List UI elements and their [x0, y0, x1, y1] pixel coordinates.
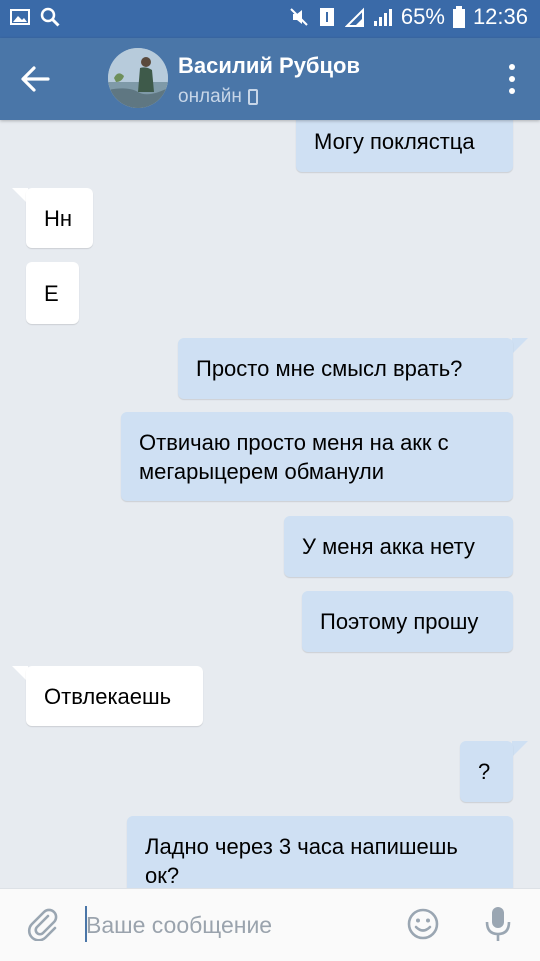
- presence-status: онлайн: [178, 86, 258, 108]
- more-menu-icon[interactable]: [508, 64, 516, 94]
- mobile-icon: [247, 89, 258, 105]
- message-bubble[interactable]: Просто мне смысл врать?: [178, 338, 513, 399]
- emoji-icon[interactable]: [406, 907, 440, 941]
- hplus-signal-icon: [344, 7, 364, 27]
- battery-percent: 65%: [400, 4, 445, 29]
- message-bubble[interactable]: У меня акка нету: [284, 516, 513, 577]
- status-bar: 65% 12:36: [0, 0, 540, 38]
- clock: 12:36: [472, 4, 528, 29]
- message-list[interactable]: Могу поклястца Нн Е Просто мне смысл вра…: [0, 120, 540, 888]
- message-bubble[interactable]: Отвлекаешь: [26, 666, 203, 726]
- message-line: Отвичаю просто меня на акк с: [139, 429, 449, 455]
- battery-icon: [452, 6, 465, 28]
- message-bubble[interactable]: Е: [26, 262, 79, 324]
- microphone-icon[interactable]: [484, 905, 512, 943]
- sim-1-icon: [319, 8, 334, 26]
- message-bubble[interactable]: ?: [460, 741, 513, 802]
- message-text: Поэтому прошу: [320, 609, 479, 634]
- message-text: ?: [478, 759, 491, 784]
- image-notification-icon: [10, 9, 30, 25]
- avatar[interactable]: [108, 48, 168, 108]
- message-line: Ладно через 3 часа напишешь: [145, 833, 458, 859]
- mute-icon: [290, 8, 308, 26]
- bubble-tail: [512, 338, 528, 354]
- message-text: Е: [44, 280, 59, 306]
- message-bubble[interactable]: Могу поклястца: [296, 120, 513, 172]
- signal-icon: [373, 9, 392, 26]
- message-text: Ладно через 3 часа напишешь ок?: [145, 832, 458, 889]
- bubble-tail: [512, 741, 528, 757]
- attach-icon[interactable]: [26, 907, 60, 941]
- message-bubble[interactable]: Отвичаю просто меня на акк с мегарыцерем…: [121, 412, 513, 501]
- message-text: Могу поклястца: [314, 128, 475, 154]
- message-input[interactable]: [86, 905, 386, 945]
- avatar-photo: [108, 48, 168, 108]
- message-text: У меня акка нету: [302, 534, 475, 559]
- message-text: Нн: [44, 205, 73, 231]
- text-cursor: [85, 906, 87, 942]
- contact-name[interactable]: Василий Рубцов: [178, 53, 360, 79]
- message-bubble[interactable]: Ладно через 3 часа напишешь ок?: [127, 816, 513, 888]
- chat-header: Василий Рубцов онлайн: [0, 38, 540, 120]
- message-text: Отвлекаешь: [44, 683, 172, 709]
- search-notification-icon: [40, 7, 60, 27]
- message-bubble[interactable]: Поэтому прошу: [302, 591, 513, 652]
- back-arrow-icon[interactable]: [18, 62, 52, 96]
- message-composer: [0, 888, 540, 961]
- message-text: Отвичаю просто меня на акк с мегарыцерем…: [139, 428, 449, 486]
- message-text: Просто мне смысл врать?: [196, 356, 463, 381]
- message-bubble[interactable]: Нн: [26, 188, 93, 248]
- message-line: мегарыцерем обманули: [139, 458, 384, 484]
- message-line: ок?: [145, 862, 180, 888]
- presence-text: онлайн: [178, 86, 242, 107]
